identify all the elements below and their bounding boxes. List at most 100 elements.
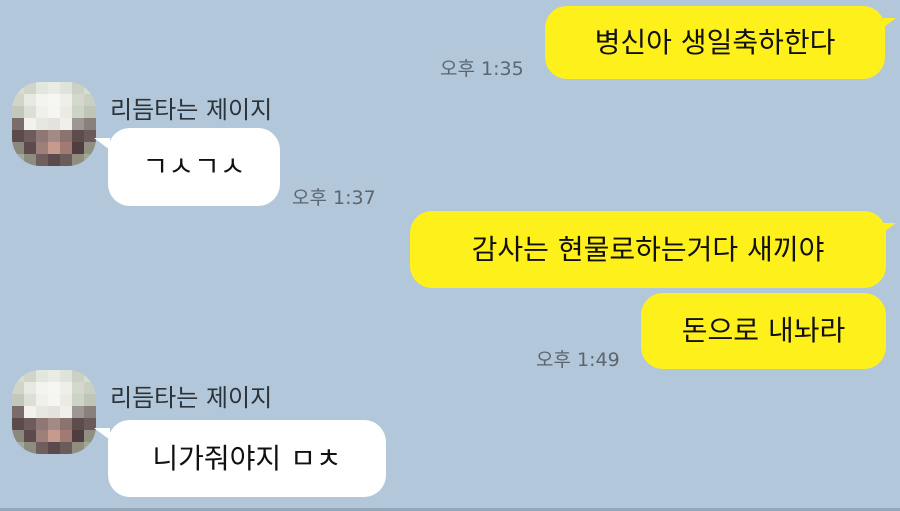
avatar-pixel	[72, 442, 84, 454]
avatar-pixel	[48, 370, 60, 382]
sender-name: 리듬타는 제이지	[110, 96, 273, 124]
avatar-pixel	[36, 394, 48, 406]
avatar-pixel	[48, 118, 60, 130]
avatar-pixel	[84, 106, 96, 118]
avatar-pixel	[72, 106, 84, 118]
avatar-pixel	[36, 430, 48, 442]
avatar-pixel	[36, 406, 48, 418]
avatar-pixel	[12, 442, 24, 454]
avatar-pixel	[60, 142, 72, 154]
avatar-pixel	[72, 406, 84, 418]
my-message-bubble[interactable]: 병신아 생일축하한다	[545, 6, 885, 79]
avatar-pixel	[60, 94, 72, 106]
sender-name: 리듬타는 제이지	[110, 384, 273, 412]
avatar-pixel	[60, 118, 72, 130]
avatar-pixel	[36, 106, 48, 118]
avatar-pixel	[48, 106, 60, 118]
avatar-pixel	[36, 370, 48, 382]
avatar-pixel	[72, 370, 84, 382]
avatar-pixel	[60, 394, 72, 406]
avatar-pixel	[72, 142, 84, 154]
avatar-pixel	[12, 94, 24, 106]
avatar-pixel	[72, 118, 84, 130]
avatar-pixel	[60, 130, 72, 142]
avatar[interactable]	[12, 370, 96, 454]
avatar-pixel	[24, 154, 36, 166]
timestamp: 오후 1:37	[292, 187, 376, 209]
my-message-bubble[interactable]: 돈으로 내놔라	[641, 293, 886, 369]
avatar-pixel	[48, 394, 60, 406]
timestamp: 오후 1:35	[440, 58, 524, 80]
avatar-pixel	[12, 394, 24, 406]
avatar-pixel	[84, 382, 96, 394]
avatar-pixel	[72, 154, 84, 166]
avatar-pixel	[72, 418, 84, 430]
avatar[interactable]	[12, 82, 96, 166]
their-message-bubble[interactable]: 니가줘야지 ㅁㅊ	[108, 420, 386, 497]
their-message-bubble[interactable]: ㄱㅅㄱㅅ	[108, 128, 280, 206]
avatar-pixel	[48, 94, 60, 106]
avatar-pixel	[84, 394, 96, 406]
avatar-pixel	[84, 370, 96, 382]
avatar-pixel	[36, 442, 48, 454]
avatar-pixel	[24, 418, 36, 430]
avatar-pixel	[60, 418, 72, 430]
avatar-pixel	[12, 406, 24, 418]
avatar-pixel	[24, 130, 36, 142]
avatar-pixel	[48, 130, 60, 142]
avatar-pixel	[12, 82, 24, 94]
avatar-pixel	[24, 406, 36, 418]
avatar-pixel	[36, 418, 48, 430]
avatar-pixel	[12, 130, 24, 142]
bubble-tail	[880, 223, 896, 235]
avatar-pixel	[12, 154, 24, 166]
avatar-pixel	[48, 442, 60, 454]
chat-window: 오후 1:35 병신아 생일축하한다 리듬타는 제이지 ㄱㅅㄱㅅ 오후 1:37…	[0, 0, 900, 511]
avatar-pixel	[36, 94, 48, 106]
avatar-pixel	[60, 154, 72, 166]
avatar-pixel	[24, 430, 36, 442]
avatar-pixel	[12, 418, 24, 430]
avatar-pixel	[60, 82, 72, 94]
avatar-pixel	[36, 118, 48, 130]
avatar-pixel	[24, 82, 36, 94]
avatar-pixel	[24, 370, 36, 382]
message-text: 니가줘야지 ㅁㅊ	[152, 441, 342, 475]
avatar-pixel	[12, 382, 24, 394]
message-text: 감사는 현물로하는거다 새끼야	[471, 232, 825, 266]
avatar-pixel	[36, 82, 48, 94]
avatar-pixel	[36, 130, 48, 142]
avatar-pixel	[12, 370, 24, 382]
avatar-pixel	[84, 118, 96, 130]
avatar-pixel	[48, 406, 60, 418]
avatar-pixel	[84, 406, 96, 418]
avatar-pixel	[24, 442, 36, 454]
message-text: 돈으로 내놔라	[681, 314, 846, 347]
avatar-pixel	[60, 406, 72, 418]
avatar-pixel	[84, 154, 96, 166]
avatar-pixel	[72, 430, 84, 442]
bubble-tail	[880, 18, 896, 30]
timestamp: 오후 1:49	[536, 349, 620, 371]
avatar-pixel	[60, 106, 72, 118]
avatar-pixel	[72, 82, 84, 94]
avatar-pixel	[60, 430, 72, 442]
avatar-pixel	[24, 118, 36, 130]
avatar-pixel	[48, 82, 60, 94]
avatar-pixel	[24, 106, 36, 118]
message-text: 병신아 생일축하한다	[594, 25, 836, 59]
avatar-pixel	[48, 418, 60, 430]
avatar-pixel	[60, 370, 72, 382]
avatar-pixel	[48, 430, 60, 442]
avatar-pixel	[84, 442, 96, 454]
avatar-pixel	[12, 106, 24, 118]
avatar-pixel	[48, 142, 60, 154]
avatar-pixel	[36, 382, 48, 394]
avatar-pixel	[72, 94, 84, 106]
avatar-pixel	[24, 394, 36, 406]
my-message-bubble[interactable]: 감사는 현물로하는거다 새끼야	[410, 211, 886, 288]
avatar-pixel	[72, 394, 84, 406]
avatar-pixel	[12, 118, 24, 130]
avatar-pixel	[84, 82, 96, 94]
avatar-pixel	[60, 442, 72, 454]
